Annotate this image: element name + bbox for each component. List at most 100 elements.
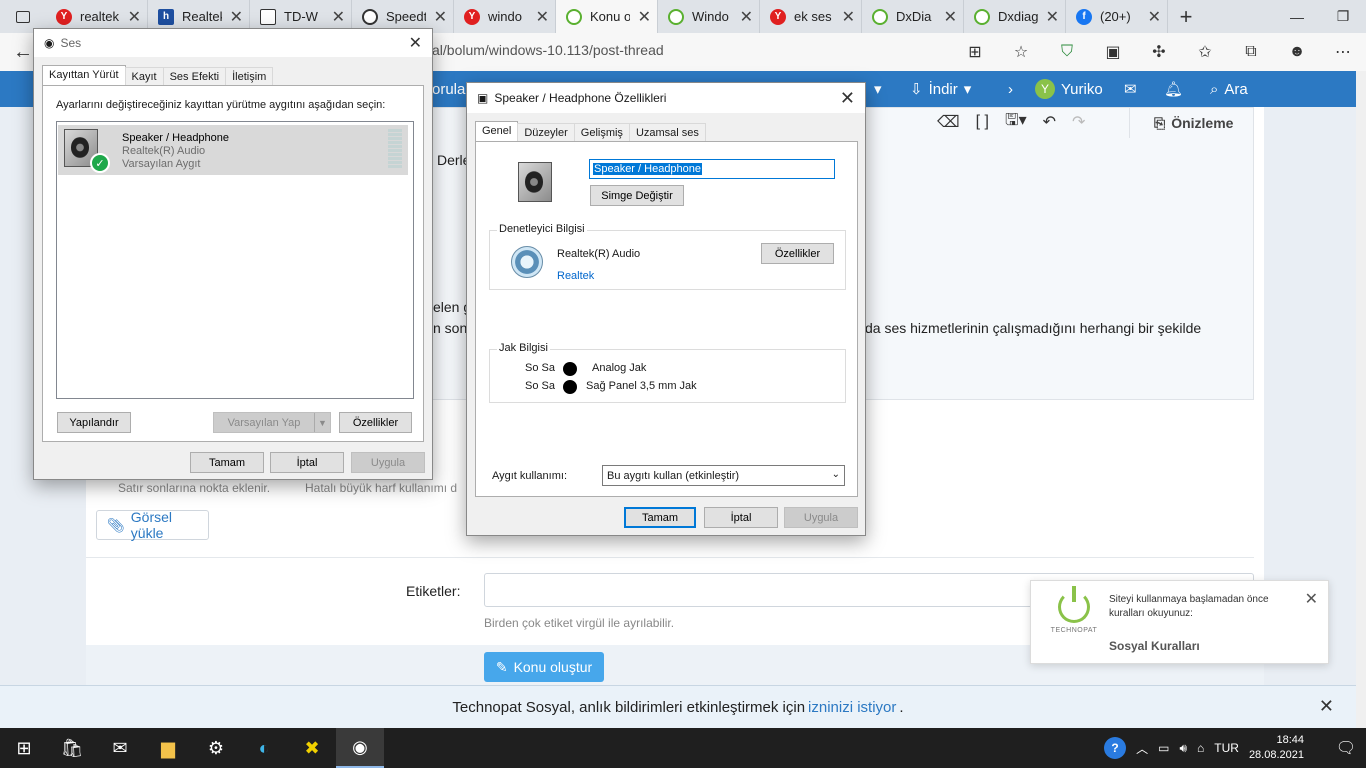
close-icon[interactable]: ✕: [332, 7, 345, 27]
apply-button[interactable]: Uygula: [351, 452, 425, 473]
tab-title: Speedt: [386, 9, 426, 24]
close-icon[interactable]: ✕: [409, 33, 422, 53]
properties-button[interactable]: Özellikler: [339, 412, 412, 433]
browser-tab[interactable]: Ywindo ✕: [454, 0, 556, 33]
close-icon[interactable]: ✕: [944, 7, 957, 27]
app-available-icon[interactable]: ⊞: [952, 42, 998, 62]
change-icon-button[interactable]: Simge Değiştir: [590, 185, 684, 206]
configure-button[interactable]: Yapılandır: [57, 412, 131, 433]
push-permission-link[interactable]: izninizi istiyor: [808, 699, 896, 716]
controller-vendor-link[interactable]: Realtek: [557, 270, 594, 282]
store-icon[interactable]: 🛍︎: [48, 728, 96, 768]
cancel-button[interactable]: İptal: [704, 507, 778, 528]
close-icon[interactable]: ✕: [536, 7, 549, 27]
new-tab-button[interactable]: +: [1168, 4, 1204, 30]
close-icon[interactable]: ✕: [1319, 696, 1334, 717]
tab-favicon-icon: [974, 8, 990, 25]
close-icon[interactable]: ✕: [434, 7, 447, 27]
more-icon[interactable]: ⋯: [1320, 42, 1366, 62]
close-icon[interactable]: ✕: [840, 88, 855, 109]
avatar: Y: [1035, 79, 1055, 99]
extensions-icon[interactable]: ✣: [1136, 42, 1182, 62]
restore-icon[interactable]: ❐: [1320, 0, 1366, 33]
tab-general[interactable]: Genel: [475, 121, 519, 142]
tab-playback[interactable]: Kayıttan Yürüt: [42, 65, 126, 86]
shield-extension-icon[interactable]: ⛉: [1044, 43, 1090, 61]
ok-button[interactable]: Tamam: [624, 507, 696, 528]
file-explorer-icon[interactable]: ▆: [144, 728, 192, 768]
chevron-down-icon[interactable]: ▾: [874, 71, 882, 107]
minimize-icon[interactable]: —: [1274, 0, 1320, 33]
close-icon[interactable]: ✕: [1148, 7, 1161, 27]
jack-color-icon: [563, 362, 577, 376]
taskbar: ⊞ 🛍︎ ✉ ▆ ⚙ ◐ ✖ ◉ ? ︿ ▭ 🔊︎ ⌂ TUR 18:44 28…: [0, 728, 1366, 768]
close-icon[interactable]: ✕: [842, 7, 855, 27]
rules-link[interactable]: Sosyal Kuralları: [1109, 639, 1200, 653]
set-default-label: Varsayılan Yap: [227, 416, 301, 429]
favorites-icon[interactable]: ✩: [1182, 42, 1228, 62]
nav-download[interactable]: ⇩ İndir ▾: [910, 71, 971, 107]
cancel-button[interactable]: İptal: [270, 452, 344, 473]
extension-badge-icon[interactable]: ▣: [1090, 42, 1136, 62]
redo-icon[interactable]: ↷: [1072, 112, 1085, 132]
clock[interactable]: 18:44 28.08.2021: [1249, 733, 1316, 763]
profile-icon[interactable]: ☻: [1274, 43, 1320, 61]
volume-icon[interactable]: 🔊︎: [1179, 741, 1187, 756]
browser-tab[interactable]: Yek ses ✕: [760, 0, 862, 33]
battery-icon[interactable]: ▭: [1158, 741, 1169, 755]
search-icon: ⌕: [1210, 80, 1219, 98]
undo-icon[interactable]: ↶: [1043, 112, 1056, 132]
keyboard-language[interactable]: TUR: [1214, 741, 1239, 755]
device-list[interactable]: ✓ Speaker / Headphone Realtek(R) Audio V…: [56, 121, 414, 399]
browser-tab[interactable]: Konu o ✕: [556, 0, 658, 33]
chevron-down-icon[interactable]: ▼: [314, 413, 330, 432]
eraser-icon[interactable]: ⌫: [937, 112, 960, 132]
mail-icon[interactable]: ✉: [96, 728, 144, 768]
page-scrollbar[interactable]: [1356, 71, 1366, 731]
notifications-icon[interactable]: 🗨︎: [1326, 738, 1366, 758]
close-icon[interactable]: ✕: [128, 7, 141, 27]
xbox-game-icon[interactable]: ✖: [288, 728, 336, 768]
browser-tab[interactable]: f (20+) ✕: [1066, 0, 1168, 33]
steam-icon[interactable]: ⚙: [192, 728, 240, 768]
technopat-logo: TECHNOPAT: [1043, 586, 1105, 634]
device-usage-select[interactable]: Bu aygıtı kullan (etkinleştir) ⌄: [602, 465, 845, 486]
properties-dialog-title: Speaker / Headphone Özellikleri: [494, 91, 667, 105]
close-icon[interactable]: ✕: [1046, 7, 1059, 27]
network-icon[interactable]: ⌂: [1197, 741, 1204, 755]
apply-button[interactable]: Uygula: [784, 507, 858, 528]
chevron-down-icon: ▾: [963, 81, 972, 98]
sound-settings-icon[interactable]: ◉: [336, 728, 384, 768]
close-icon[interactable]: ✕: [740, 7, 753, 27]
controller-properties-button[interactable]: Özellikler: [761, 243, 834, 264]
start-icon[interactable]: ⊞: [0, 728, 48, 768]
browser-tab[interactable]: DxDia ✕: [862, 0, 964, 33]
nav-forums-partial[interactable]: orular: [432, 71, 470, 107]
list-item[interactable]: ✓ Speaker / Headphone Realtek(R) Audio V…: [58, 125, 408, 175]
edge-icon[interactable]: ◐: [240, 728, 288, 768]
save-draft-icon[interactable]: 🖫︎▾: [1005, 109, 1027, 136]
browser-tab[interactable]: Windo ✕: [658, 0, 760, 33]
bell-icon[interactable]: 🔔︎: [1164, 71, 1183, 107]
create-thread-button[interactable]: ✎ Konu oluştur: [484, 652, 604, 682]
device-name-input[interactable]: Speaker / Headphone: [589, 159, 835, 179]
chevron-right-icon[interactable]: ›: [1008, 71, 1013, 107]
ok-button[interactable]: Tamam: [190, 452, 264, 473]
search-button[interactable]: ⌕ Ara: [1210, 71, 1248, 107]
url-text[interactable]: al/bolum/windows-10.113/post-thread: [432, 42, 664, 58]
preview-button[interactable]: ⎘ Önizleme: [1129, 108, 1255, 138]
close-icon[interactable]: ✕: [638, 7, 651, 27]
help-icon[interactable]: ?: [1104, 737, 1127, 759]
collections-icon[interactable]: ⧉: [1228, 43, 1274, 61]
close-icon[interactable]: ✕: [1305, 589, 1318, 609]
close-icon[interactable]: ✕: [230, 7, 243, 27]
brackets-icon[interactable]: [ ]: [976, 113, 989, 131]
upload-image-button[interactable]: 📎︎ Görsel yükle: [96, 509, 209, 541]
inbox-icon[interactable]: ✉: [1124, 71, 1137, 107]
search-label: Ara: [1224, 80, 1248, 98]
set-default-button[interactable]: Varsayılan Yap ▼: [213, 412, 331, 433]
chevron-up-icon[interactable]: ︿: [1136, 740, 1148, 757]
browser-tab[interactable]: Dxdiag ✕: [964, 0, 1066, 33]
favorite-add-icon[interactable]: ☆: [998, 42, 1044, 62]
user-menu[interactable]: Y Yuriko: [1035, 71, 1103, 107]
